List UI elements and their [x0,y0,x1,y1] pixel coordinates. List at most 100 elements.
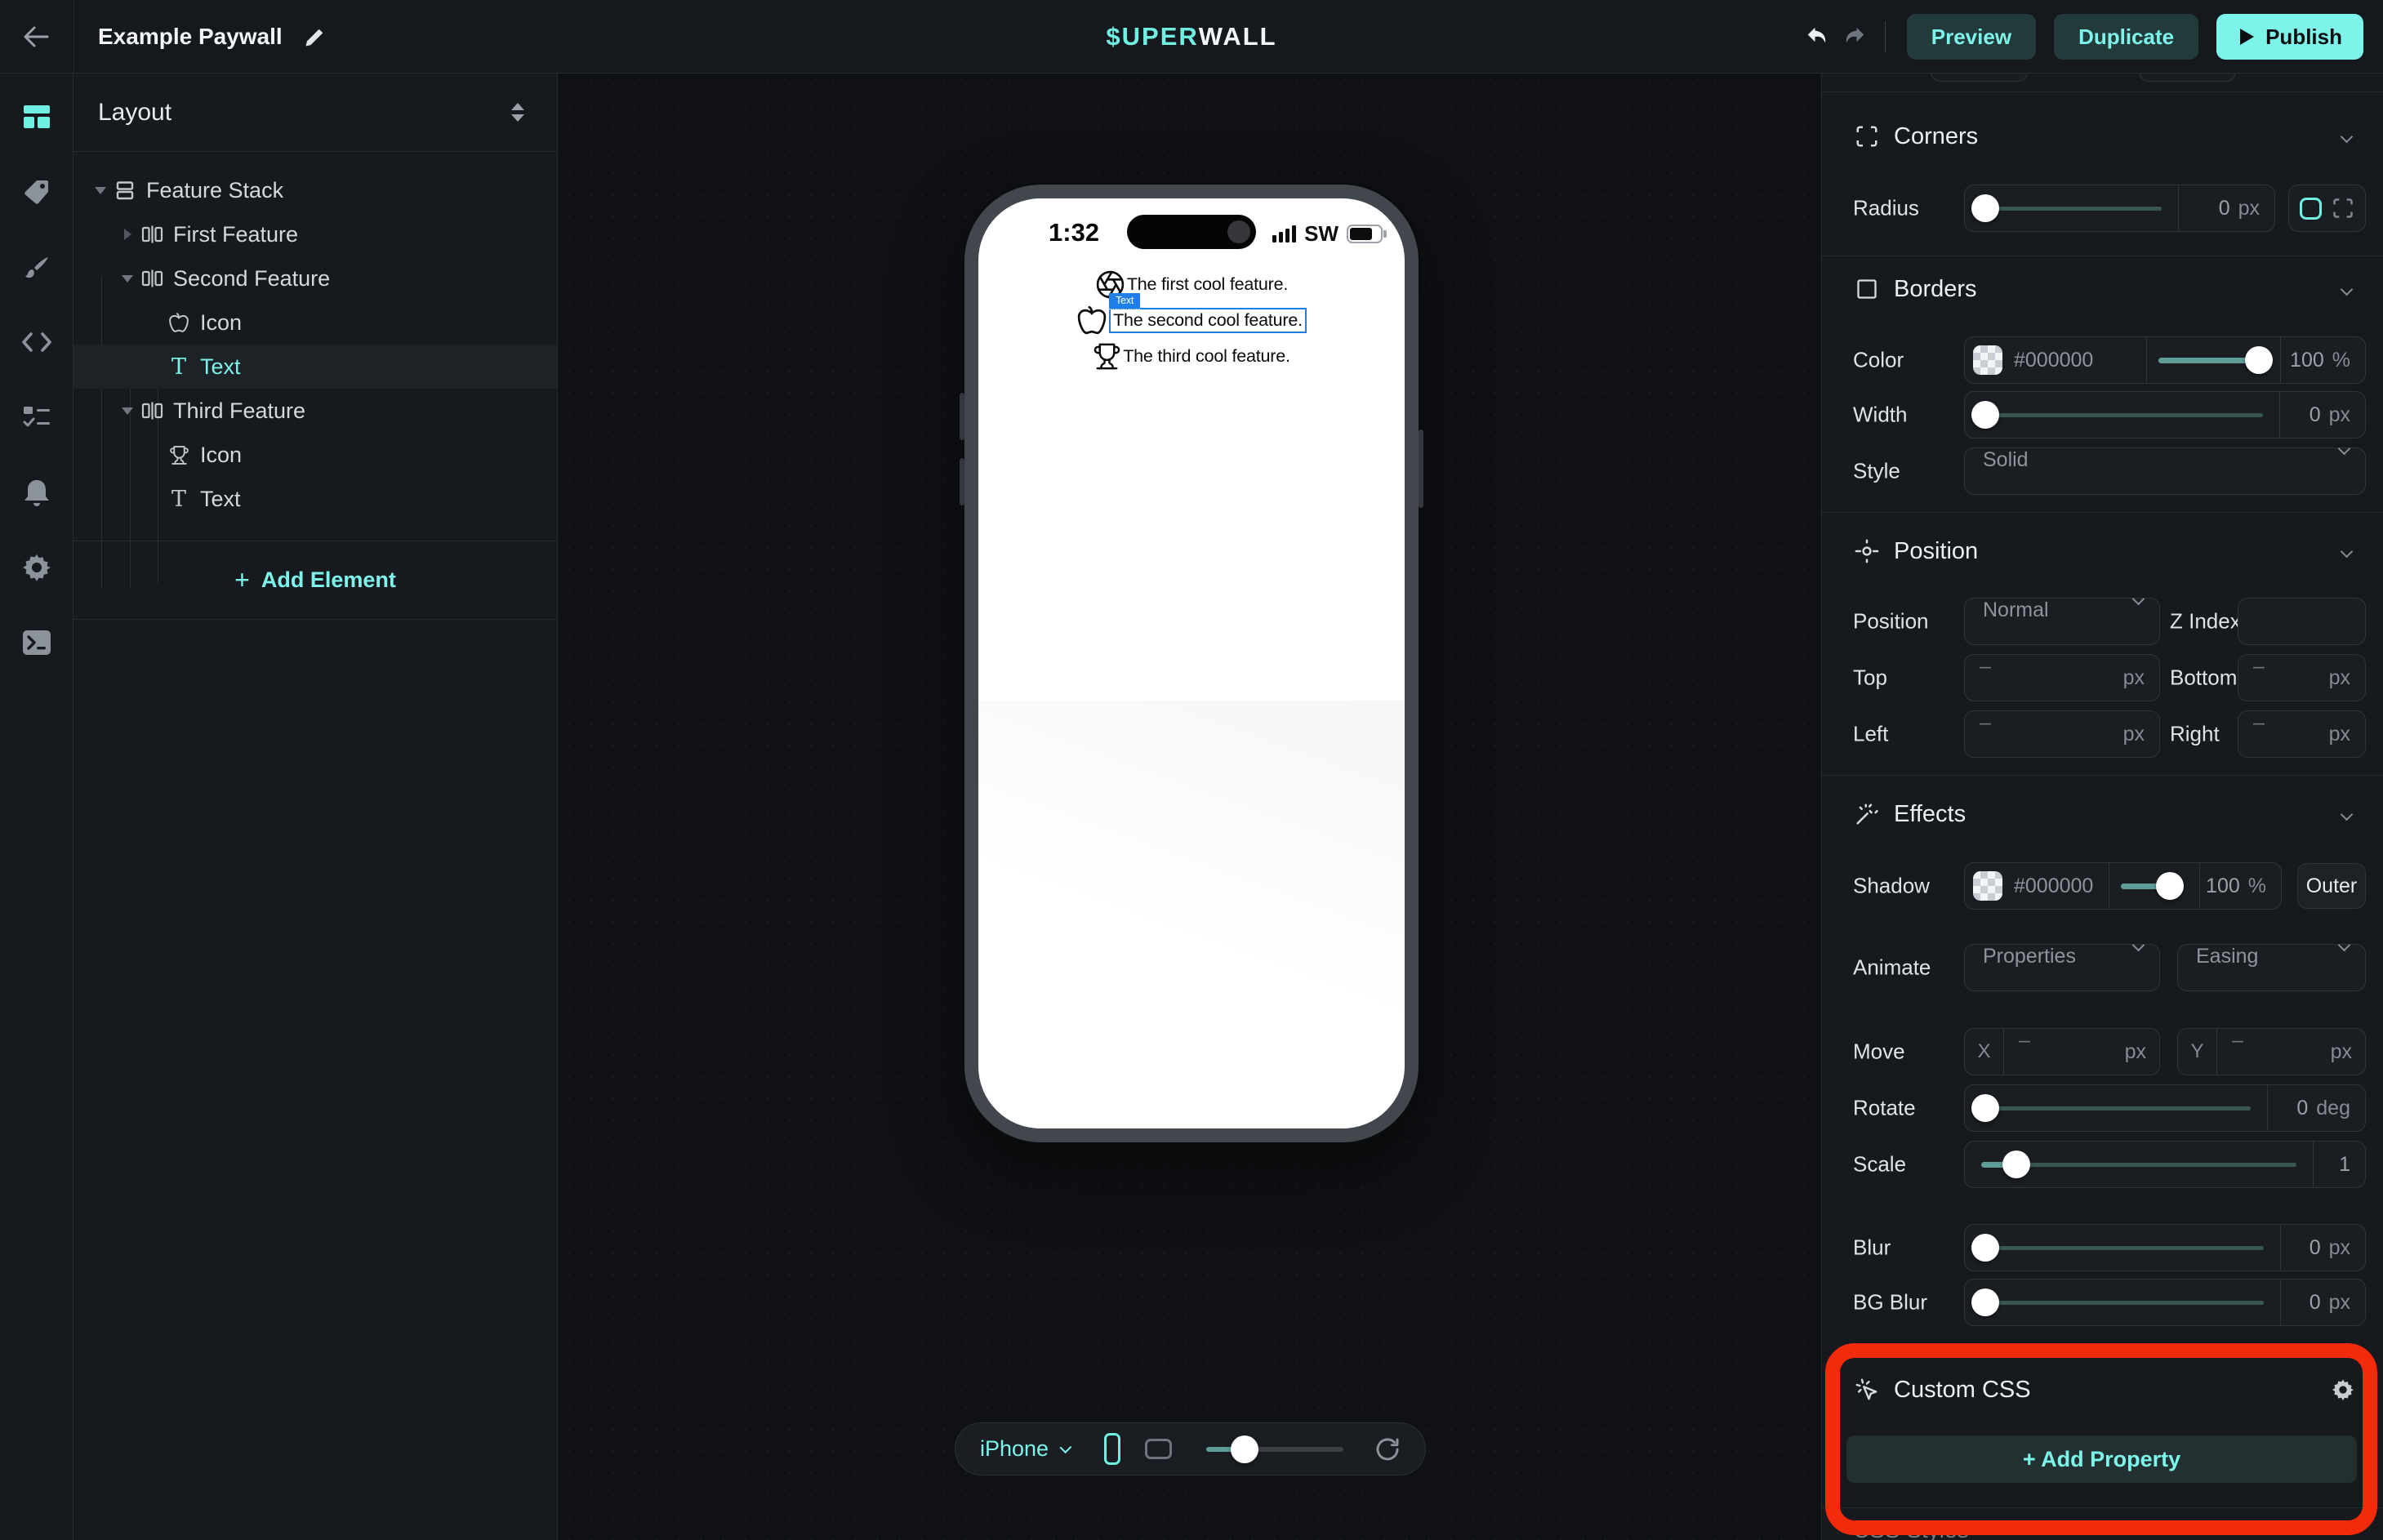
checklist-icon [22,404,51,430]
effects-section-header[interactable]: Effects [1822,790,2383,839]
border-color-hex[interactable]: #000000 [2014,349,2093,372]
animate-properties-select[interactable]: Properties [1964,944,2160,991]
uniform-radius-button[interactable] [2300,198,2322,220]
rotate-field[interactable]: 0 deg [2267,1085,2365,1131]
move-y-field[interactable]: Y – px [2177,1028,2366,1075]
feature-text[interactable]: The third cool feature. [1123,346,1290,367]
divider [1822,91,2383,92]
z-index-label: Z Index [2170,609,2241,634]
undo-icon [1804,24,1830,49]
undo-button[interactable] [1798,18,1836,56]
status-right-cluster: SW [1272,221,1387,247]
position-select[interactable]: Normal [1964,598,2160,645]
publish-button[interactable]: Publish [2216,14,2363,60]
device-toolbar: iPhone [955,1422,1426,1475]
borders-section-header[interactable]: Borders [1822,265,2383,314]
right-field[interactable]: – px [2238,710,2366,758]
scale-control: 1 [1964,1141,2366,1188]
collapse-caret[interactable] [117,407,138,415]
border-width-slider[interactable] [1970,392,2274,438]
feature-text-selected[interactable]: Text The second cool feature. [1109,308,1307,333]
shadow-color-hex[interactable]: #000000 [2014,875,2093,898]
rail-item-settings[interactable] [20,553,53,582]
chevron-down-icon[interactable] [1060,1441,1072,1453]
border-color-picker[interactable]: #000000 [1965,337,2141,383]
radius-label: Radius [1853,196,1919,221]
border-opacity-field[interactable]: 100 % [2280,337,2365,383]
per-corner-radius-button[interactable] [2332,197,2354,220]
animate-easing-select[interactable]: Easing [2177,944,2366,991]
radius-value-field[interactable]: 0 px [2178,185,2274,231]
add-element-button[interactable]: + Add Element [73,541,557,619]
sort-layers-button[interactable] [511,103,524,122]
scale-field[interactable]: 1 [2313,1142,2365,1187]
landscape-orientation-button[interactable] [1145,1439,1173,1459]
shadow-opacity-field[interactable]: 100 % [2199,863,2281,909]
rail-item-products[interactable] [20,177,53,207]
tree-row-label: Feature Stack [146,178,283,203]
redo-button[interactable] [1836,18,1873,56]
border-width-field[interactable]: 0 px [2279,392,2365,438]
color-swatch[interactable] [1973,871,2002,901]
rotate-slider[interactable] [1970,1085,2262,1131]
shadow-opacity-slider[interactable] [2109,863,2194,909]
move-x-field[interactable]: X – px [1964,1028,2160,1075]
top-field[interactable]: – px [1964,654,2160,701]
rail-item-code[interactable] [20,327,53,357]
z-index-field[interactable] [2238,598,2366,645]
position-section-header[interactable]: Position [1822,527,2383,576]
preview-button[interactable]: Preview [1907,14,2036,60]
blur-field[interactable]: 0 px [2280,1225,2365,1271]
canvas-zoom-slider[interactable] [1206,1435,1343,1463]
feature-row[interactable]: The third cool feature. [1093,338,1290,374]
bg-blur-field[interactable]: 0 px [2280,1280,2365,1325]
custom-css-section-header: Custom CSS [1822,1365,2383,1414]
radius-value: 0 [2219,197,2230,220]
feature-text[interactable]: The first cool feature. [1127,274,1288,295]
radius-slider[interactable] [1970,185,2173,231]
chevron-down-icon[interactable] [2341,808,2354,821]
corners-section-header[interactable]: Corners [1822,112,2383,161]
device-select[interactable]: iPhone [980,1436,1049,1462]
add-property-button[interactable]: + Add Property [1846,1435,2357,1483]
border-style-select[interactable]: Solid [1964,447,2366,495]
reset-view-button[interactable] [1374,1436,1401,1462]
rail-item-variables[interactable] [20,403,53,432]
expand-caret[interactable] [117,229,138,240]
tree-row-feature-stack[interactable]: Feature Stack [73,168,557,212]
blur-slider[interactable] [1970,1225,2275,1271]
left-field[interactable]: – px [1964,710,2160,758]
duplicate-button[interactable]: Duplicate [2054,14,2198,60]
rail-item-console[interactable] [20,628,53,657]
feature-row-selected[interactable]: Text The second cool feature. [1076,302,1307,338]
chevron-down-icon[interactable] [2341,283,2354,296]
scale-slider[interactable] [1970,1142,2308,1187]
placeholder: – [2253,655,2329,701]
rail-item-notifications[interactable] [20,478,53,507]
bottom-field[interactable]: – px [2238,654,2366,701]
border-opacity-slider[interactable] [2146,337,2275,383]
rail-item-layout[interactable] [20,102,53,131]
tree-row-text[interactable]: T Text [73,477,557,521]
collapse-caret[interactable] [90,187,111,194]
color-swatch[interactable] [1973,345,2002,375]
shadow-mode-button[interactable]: Outer [2297,863,2366,909]
portrait-orientation-button[interactable] [1104,1433,1120,1465]
tree-row-first-feature[interactable]: First Feature [73,212,557,256]
chevron-down-icon[interactable] [2341,130,2354,143]
tree-row-text-selected[interactable]: T Text [73,345,557,389]
text-icon: T [165,356,193,378]
rail-item-theme[interactable] [20,252,53,282]
border-width-control: 0 px [1964,391,2366,438]
shadow-color-picker[interactable]: #000000 [1965,863,2104,909]
tree-row-second-feature[interactable]: Second Feature [73,256,557,300]
chevron-down-icon[interactable] [2341,545,2354,558]
tree-row-third-feature[interactable]: Third Feature [73,389,557,433]
editor-canvas[interactable]: 1:32 SW The first cool feature. [558,73,1821,1540]
custom-css-settings-button[interactable] [2332,1378,2354,1401]
tree-row-icon-trophy[interactable]: Icon [73,433,557,477]
tree-row-icon-apple[interactable]: Icon [73,300,557,345]
bg-blur-slider[interactable] [1970,1280,2275,1325]
columns-icon [138,224,166,245]
collapse-caret[interactable] [117,275,138,283]
